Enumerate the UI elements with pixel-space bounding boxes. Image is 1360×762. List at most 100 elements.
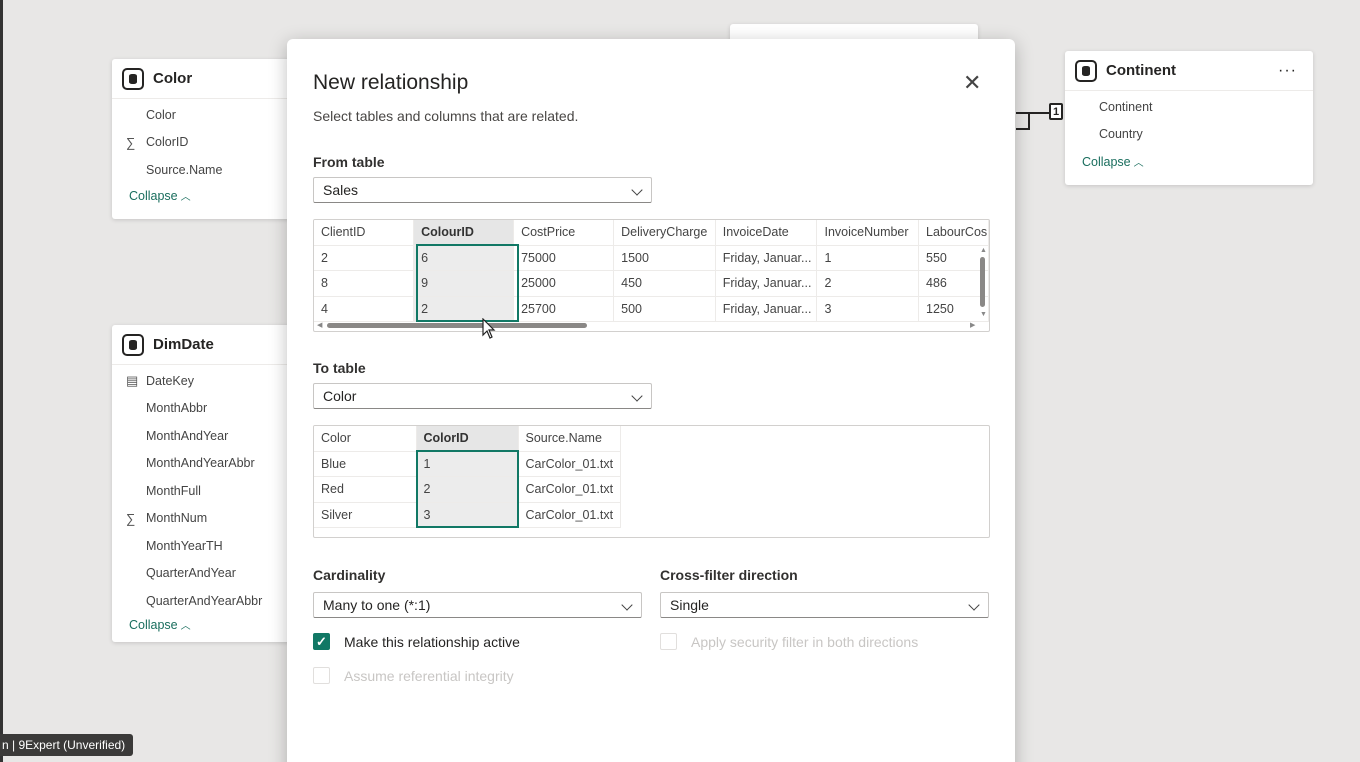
close-icon[interactable]: ✕ — [963, 72, 981, 94]
dimdate-table-title: DimDate — [153, 336, 214, 353]
column-header-selected[interactable]: ColourID — [413, 220, 515, 246]
column-header[interactable]: Color — [314, 426, 417, 452]
table-cell-selected[interactable]: 2 — [416, 476, 519, 503]
table-cell[interactable]: 500 — [613, 296, 716, 322]
to-table-preview[interactable]: Color ColorID Source.Name Blue 1 CarColo… — [313, 425, 990, 538]
collapse-link[interactable]: Collapse ︿ — [112, 184, 302, 203]
table-cell[interactable]: 25000 — [513, 270, 615, 297]
field-source-name[interactable]: Source.Name — [112, 156, 302, 184]
collapse-label: Collapse — [129, 188, 178, 203]
more-options-icon[interactable]: ··· — [1278, 62, 1303, 80]
relationship-line-stub — [1016, 128, 1030, 130]
table-cell[interactable]: 75000 — [513, 245, 615, 271]
field-datekey[interactable]: ▤ DateKey — [112, 367, 302, 395]
field-label: ColorID — [146, 135, 189, 150]
scroll-down-icon[interactable]: ▼ — [980, 311, 987, 318]
to-table-select[interactable]: Color — [313, 383, 652, 409]
table-cell[interactable]: Blue — [314, 451, 417, 477]
table-cell[interactable]: 3 — [816, 296, 919, 322]
table-cell[interactable]: 450 — [613, 270, 716, 297]
horizontal-scrollbar[interactable] — [327, 323, 587, 328]
field-label: Source.Name — [146, 162, 223, 177]
continent-table-title: Continent — [1106, 62, 1176, 79]
chevron-up-icon: ︿ — [180, 620, 191, 632]
make-active-checkbox[interactable]: ✓ Make this relationship active — [313, 633, 520, 650]
table-cell[interactable]: Friday, Januar... — [715, 296, 818, 322]
color-table-title: Color — [153, 70, 193, 87]
column-header[interactable]: CostPrice — [513, 220, 615, 246]
field-country[interactable]: Country — [1085, 121, 1313, 149]
scroll-up-icon[interactable]: ▲ — [980, 247, 987, 254]
table-cell-selected[interactable]: 9 — [413, 270, 515, 297]
field-label: MonthYearTH — [146, 538, 223, 553]
field-label: QuarterAndYear — [146, 566, 236, 581]
scroll-left-icon[interactable]: ◀ — [317, 321, 322, 329]
column-header-selected[interactable]: ColorID — [416, 426, 519, 452]
from-table-select[interactable]: Sales — [313, 177, 652, 203]
from-table-preview[interactable]: ClientID ColourID CostPrice DeliveryChar… — [313, 219, 990, 332]
table-cell[interactable]: 8 — [314, 270, 415, 297]
from-preview-table: ClientID ColourID CostPrice DeliveryChar… — [314, 220, 989, 322]
column-header[interactable]: InvoiceDate — [715, 220, 818, 246]
collapse-link[interactable]: Collapse ︿ — [1065, 148, 1313, 169]
table-cell[interactable]: 486 — [918, 270, 989, 297]
mouse-cursor-icon — [482, 318, 496, 339]
column-header[interactable]: ClientID — [314, 220, 415, 246]
scroll-right-icon[interactable]: ▶ — [970, 321, 975, 329]
table-cell[interactable]: 1250 — [918, 296, 989, 322]
table-cell[interactable]: 2 — [816, 270, 919, 297]
table-cell[interactable]: Friday, Januar... — [715, 270, 818, 297]
table-cell[interactable]: Red — [314, 476, 417, 503]
security-filter-label: Apply security filter in both directions — [691, 633, 919, 650]
table-cell-selected[interactable]: 6 — [413, 245, 515, 271]
field-label: QuarterAndYearAbbr — [146, 593, 263, 608]
vertical-scrollbar[interactable] — [980, 257, 985, 307]
field-monthandyearabbr[interactable]: MonthAndYearAbbr — [112, 450, 302, 478]
crossfilter-select[interactable]: Single — [660, 592, 989, 618]
field-monthyearth[interactable]: MonthYearTH — [112, 532, 302, 560]
field-monthfull[interactable]: MonthFull — [112, 477, 302, 505]
table-cell[interactable]: Silver — [314, 502, 417, 528]
dimdate-table-card[interactable]: DimDate ▤ DateKey MonthAbbr MonthAndYear … — [112, 325, 302, 642]
field-monthnum[interactable]: ∑ MonthNum — [112, 505, 302, 533]
table-cell[interactable]: 4 — [314, 296, 415, 322]
field-colorid[interactable]: ∑ ColorID — [112, 129, 302, 157]
table-cell-selected[interactable]: 1 — [416, 451, 519, 477]
cardinality-select[interactable]: Many to one (*:1) — [313, 592, 642, 618]
collapse-link[interactable]: Collapse ︿ — [112, 615, 302, 632]
field-label: Country — [1099, 127, 1143, 142]
chevron-down-icon — [621, 599, 633, 611]
field-monthabbr[interactable]: MonthAbbr — [112, 395, 302, 423]
column-header[interactable]: Source.Name — [518, 426, 621, 452]
column-header[interactable]: LabourCos — [918, 220, 989, 246]
table-cell[interactable]: Friday, Januar... — [715, 245, 818, 271]
security-filter-checkbox: Apply security filter in both directions — [660, 633, 918, 650]
sum-icon: ∑ — [126, 134, 136, 150]
field-quarterandyearabbr[interactable]: QuarterAndYearAbbr — [112, 587, 302, 615]
checkmark-icon[interactable]: ✓ — [313, 633, 330, 650]
field-quarterandyear[interactable]: QuarterAndYear — [112, 560, 302, 588]
table-cell-selected[interactable]: 2 — [413, 296, 515, 322]
field-color[interactable]: Color — [112, 101, 302, 129]
table-cell[interactable]: CarColor_01.txt — [518, 502, 621, 528]
to-preview-table: Color ColorID Source.Name Blue 1 CarColo… — [314, 426, 621, 528]
column-header[interactable]: InvoiceNumber — [816, 220, 919, 246]
table-cell[interactable]: 550 — [918, 245, 989, 271]
color-table-card[interactable]: Color Color ∑ ColorID Source.Name Collaps… — [112, 59, 302, 219]
table-cell[interactable]: CarColor_01.txt — [518, 476, 621, 503]
table-cell[interactable]: 2 — [314, 245, 415, 271]
color-table-header[interactable]: Color — [112, 59, 302, 99]
table-cell[interactable]: 1500 — [613, 245, 716, 271]
dimdate-table-header[interactable]: DimDate — [112, 325, 302, 365]
relationship-line[interactable] — [1016, 112, 1052, 114]
continent-table-header[interactable]: Continent ··· — [1065, 51, 1313, 91]
table-cell[interactable]: 25700 — [513, 296, 615, 322]
table-cell[interactable]: CarColor_01.txt — [518, 451, 621, 477]
table-cell[interactable]: 1 — [816, 245, 919, 271]
field-monthandyear[interactable]: MonthAndYear — [112, 422, 302, 450]
table-cell-selected[interactable]: 3 — [416, 502, 519, 528]
field-continent[interactable]: Continent — [1085, 93, 1313, 121]
relationship-one-marker: 1 — [1049, 103, 1063, 120]
column-header[interactable]: DeliveryCharge — [613, 220, 716, 246]
continent-table-card[interactable]: Continent ··· Continent Country Collapse… — [1065, 51, 1313, 185]
